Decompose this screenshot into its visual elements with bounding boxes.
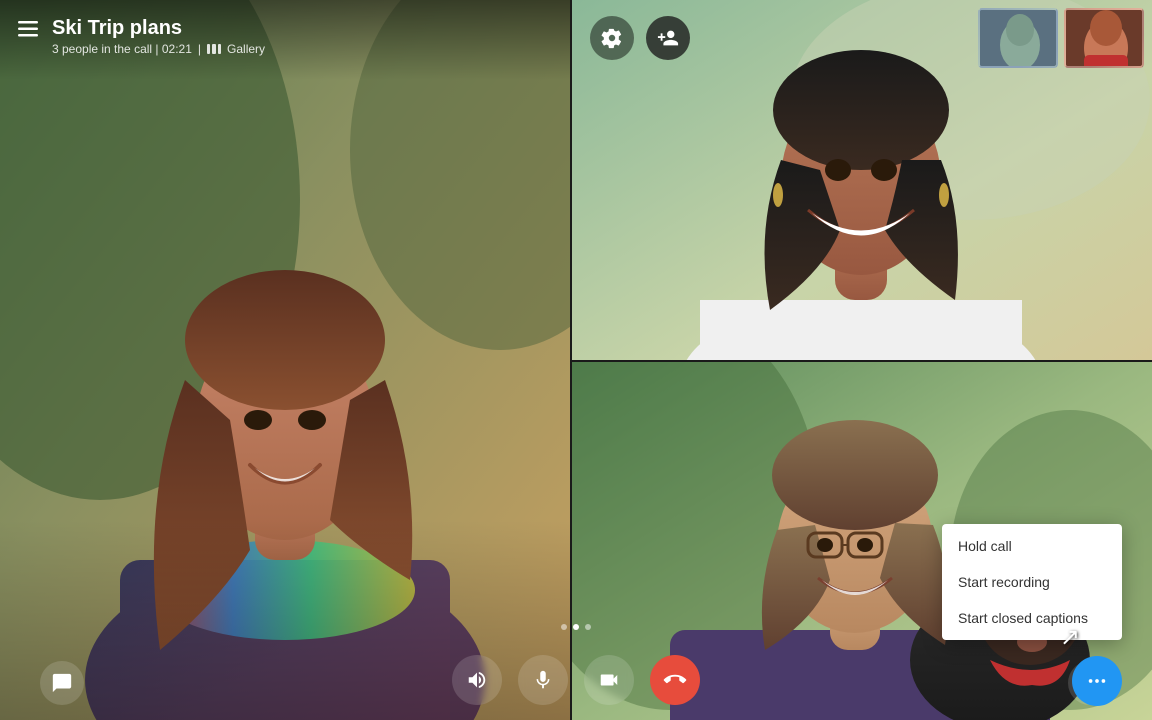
thumbnail-avatar-1[interactable] bbox=[978, 8, 1058, 68]
gallery-label: Gallery bbox=[227, 42, 265, 56]
video-cell-main bbox=[0, 0, 570, 720]
dot-1 bbox=[561, 624, 567, 630]
video-button[interactable] bbox=[584, 655, 634, 705]
microphone-button[interactable] bbox=[518, 655, 568, 705]
settings-button[interactable] bbox=[590, 16, 634, 60]
context-menu-start-captions[interactable]: Start closed captions bbox=[942, 600, 1122, 636]
call-meta: 3 people in the call | 02:21 | Gallery bbox=[52, 42, 265, 56]
end-call-button[interactable] bbox=[650, 655, 700, 705]
add-person-button[interactable] bbox=[646, 16, 690, 60]
context-menu: Hold call Start recording Start closed c… bbox=[942, 524, 1122, 640]
header-overlay: Ski Trip plans 3 people in the call | 02… bbox=[0, 0, 570, 80]
ctrl-left bbox=[40, 661, 84, 705]
hamburger-menu-icon[interactable] bbox=[18, 20, 38, 43]
call-info: Ski Trip plans 3 people in the call | 02… bbox=[52, 16, 265, 56]
gallery-icon bbox=[207, 44, 221, 54]
separator: | bbox=[198, 42, 201, 56]
thumbnail-avatar-2[interactable] bbox=[1064, 8, 1144, 68]
right-panel-top-controls bbox=[590, 16, 690, 60]
speaker-button[interactable] bbox=[452, 655, 502, 705]
dot-3 bbox=[585, 624, 591, 630]
control-bar bbox=[0, 640, 1152, 720]
call-participants-timer: 3 people in the call | 02:21 bbox=[52, 42, 192, 56]
more-options-button[interactable] bbox=[1072, 656, 1122, 706]
call-title: Ski Trip plans bbox=[52, 16, 265, 40]
chat-button[interactable] bbox=[40, 661, 84, 705]
thumbnail-avatars bbox=[978, 8, 1144, 68]
page-dot-indicators bbox=[561, 624, 591, 630]
context-menu-hold-call[interactable]: Hold call bbox=[942, 528, 1122, 564]
context-menu-start-recording[interactable]: Start recording bbox=[942, 564, 1122, 600]
dot-2 bbox=[573, 624, 579, 630]
video-divider-horizontal bbox=[570, 360, 1152, 362]
